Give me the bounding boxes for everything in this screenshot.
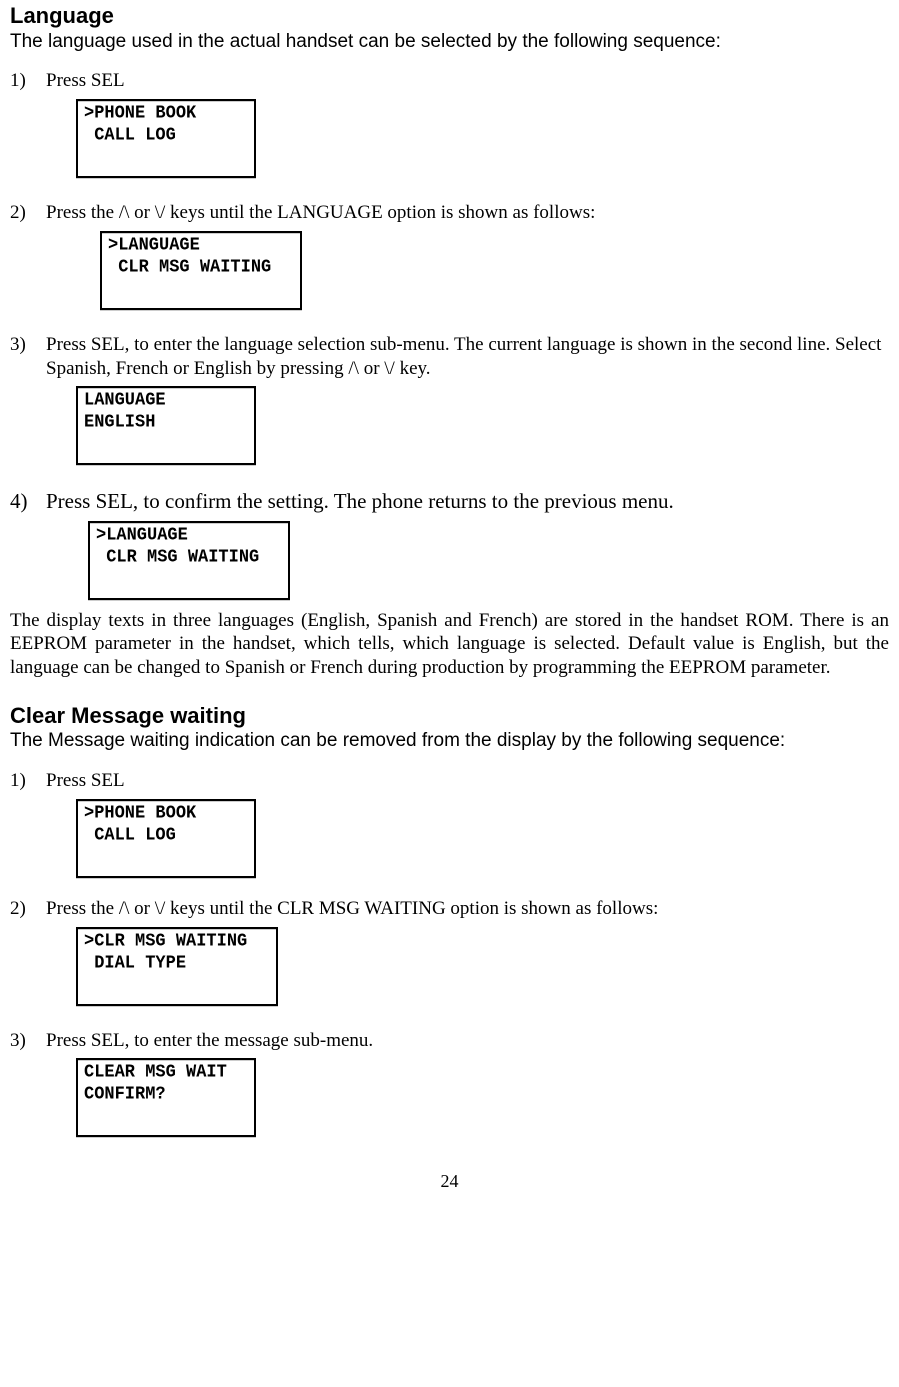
lcd-line-1: CLEAR MSG WAIT [84,1063,248,1085]
step-1: 1) Press SEL [10,69,889,93]
step-text: Press SEL, to confirm the setting. The p… [46,488,889,514]
step-text: Press the /\ or \/ keys until the CLR MS… [46,897,889,921]
step-text: Press SEL [46,769,889,793]
lcd-line-1: >PHONE BOOK [84,103,248,125]
step-text: Press SEL, to enter the language selecti… [46,333,889,381]
section-closing-language: The display texts in three languages (En… [10,609,889,680]
lcd-line-1: >CLR MSG WAITING [84,931,270,953]
page-number: 24 [10,1170,889,1193]
step-number: 3) [10,1029,46,1053]
step-number: 1) [10,769,46,793]
lcd-line-1: >LANGUAGE [96,525,282,547]
step-text: Press SEL, to enter the message sub-menu… [46,1029,889,1053]
lcd-line-2: CALL LOG [84,825,248,847]
step-number: 4) [10,488,46,514]
step-number: 1) [10,69,46,93]
section-heading-clear-msg: Clear Message waiting [10,702,889,730]
lcd-line-2: ENGLISH [84,412,248,434]
lcd-screen: >PHONE BOOK CALL LOG [76,99,256,178]
lcd-screen: >LANGUAGE CLR MSG WAITING [100,231,302,310]
lcd-line-2: CONFIRM? [84,1084,248,1106]
step-number: 2) [10,897,46,921]
step-3: 3) Press SEL, to enter the language sele… [10,333,889,381]
lcd-line-2: DIAL TYPE [84,952,270,974]
section-intro-clear-msg: The Message waiting indication can be re… [10,729,889,753]
section-intro-language: The language used in the actual handset … [10,30,889,54]
lcd-screen: CLEAR MSG WAIT CONFIRM? [76,1058,256,1137]
lcd-line-1: >PHONE BOOK [84,803,248,825]
step-2: 2) Press the /\ or \/ keys until the CLR… [10,897,889,921]
step-text: Press the /\ or \/ keys until the LANGUA… [46,201,889,225]
step-3: 3) Press SEL, to enter the message sub-m… [10,1029,889,1053]
step-1: 1) Press SEL [10,769,889,793]
lcd-line-1: LANGUAGE [84,391,248,413]
lcd-screen: >LANGUAGE CLR MSG WAITING [88,521,290,600]
section-heading-language: Language [10,2,889,30]
lcd-line-2: CALL LOG [84,125,248,147]
lcd-screen: >CLR MSG WAITING DIAL TYPE [76,927,278,1006]
step-text: Press SEL [46,69,889,93]
step-number: 2) [10,201,46,225]
lcd-screen: LANGUAGE ENGLISH [76,386,256,465]
lcd-line-1: >LANGUAGE [108,235,294,257]
step-2: 2) Press the /\ or \/ keys until the LAN… [10,201,889,225]
lcd-line-2: CLR MSG WAITING [108,257,294,279]
lcd-screen: >PHONE BOOK CALL LOG [76,799,256,878]
lcd-line-2: CLR MSG WAITING [96,546,282,568]
step-number: 3) [10,333,46,381]
step-4: 4) Press SEL, to confirm the setting. Th… [10,488,889,514]
